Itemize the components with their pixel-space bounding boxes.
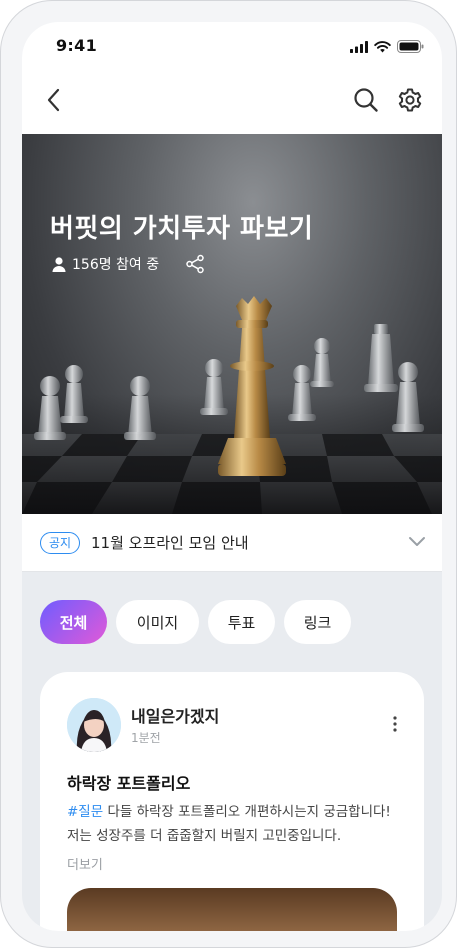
user-icon bbox=[52, 256, 66, 272]
phone-frame: 9:41 버핏의 가치투자 파보기 156명 참여 중 공지 11월 오프라인 … bbox=[0, 0, 457, 948]
notice-badge: 공지 bbox=[40, 532, 81, 554]
filter-chip-poll[interactable]: 투표 bbox=[208, 600, 275, 644]
post-body: #질문 다들 하락장 포트폴리오 개편하시는지 궁금합니다! 저는 성장주를 더… bbox=[67, 800, 399, 848]
read-more-link[interactable]: 더보기 bbox=[67, 854, 103, 873]
author-name[interactable]: 내일은가겠지 bbox=[131, 703, 219, 727]
status-time: 9:41 bbox=[56, 36, 97, 55]
status-icons bbox=[350, 40, 424, 53]
post-tag[interactable]: #질문 bbox=[67, 804, 103, 820]
filter-chip-all[interactable]: 전체 bbox=[40, 600, 107, 644]
settings-button[interactable] bbox=[394, 84, 426, 116]
status-bar: 9:41 bbox=[22, 22, 442, 70]
notice-text: 11월 오프라인 모임 안내 bbox=[91, 534, 249, 552]
nav-bar bbox=[22, 70, 442, 134]
share-icon bbox=[186, 254, 204, 274]
hero-banner: 버핏의 가치투자 파보기 156명 참여 중 bbox=[22, 134, 442, 514]
post-time: 1분전 bbox=[131, 731, 161, 745]
filter-chip-image[interactable]: 이미지 bbox=[116, 600, 199, 644]
back-button[interactable] bbox=[38, 84, 70, 116]
search-icon bbox=[354, 88, 378, 112]
post-image[interactable] bbox=[67, 888, 397, 931]
avatar[interactable] bbox=[67, 698, 121, 752]
wifi-icon bbox=[374, 40, 391, 52]
gear-icon bbox=[398, 88, 422, 112]
more-vertical-icon[interactable] bbox=[392, 716, 398, 732]
chevron-down-icon[interactable] bbox=[408, 532, 426, 550]
notice-bar[interactable]: 공지 11월 오프라인 모임 안내 bbox=[22, 514, 442, 572]
participant-count: 156명 참여 중 bbox=[72, 257, 160, 273]
filter-chips: 전체 이미지 투표 링크 bbox=[40, 600, 351, 644]
hero-meta: 156명 참여 중 bbox=[52, 254, 205, 274]
signal-icon bbox=[350, 40, 368, 53]
chevron-left-icon bbox=[47, 88, 60, 112]
screen: 9:41 버핏의 가치투자 파보기 156명 참여 중 공지 11월 오프라인 … bbox=[22, 22, 442, 931]
post-text: 다들 하락장 포트폴리오 개편하시는지 궁금합니다! 저는 성장주를 더 줍줍할… bbox=[67, 804, 391, 844]
post-title: 하락장 포트폴리오 bbox=[67, 774, 191, 793]
hero-title: 버핏의 가치투자 파보기 bbox=[50, 214, 314, 244]
post-card[interactable]: 내일은가겠지 1분전 하락장 포트폴리오 #질문 다들 하락장 포트폴리오 개편… bbox=[40, 672, 424, 931]
chess-background-image bbox=[22, 296, 442, 514]
search-button[interactable] bbox=[350, 84, 382, 116]
battery-icon bbox=[397, 40, 424, 53]
avatar-image bbox=[67, 698, 121, 752]
filter-chip-link[interactable]: 링크 bbox=[284, 600, 351, 644]
share-button[interactable] bbox=[185, 254, 205, 274]
